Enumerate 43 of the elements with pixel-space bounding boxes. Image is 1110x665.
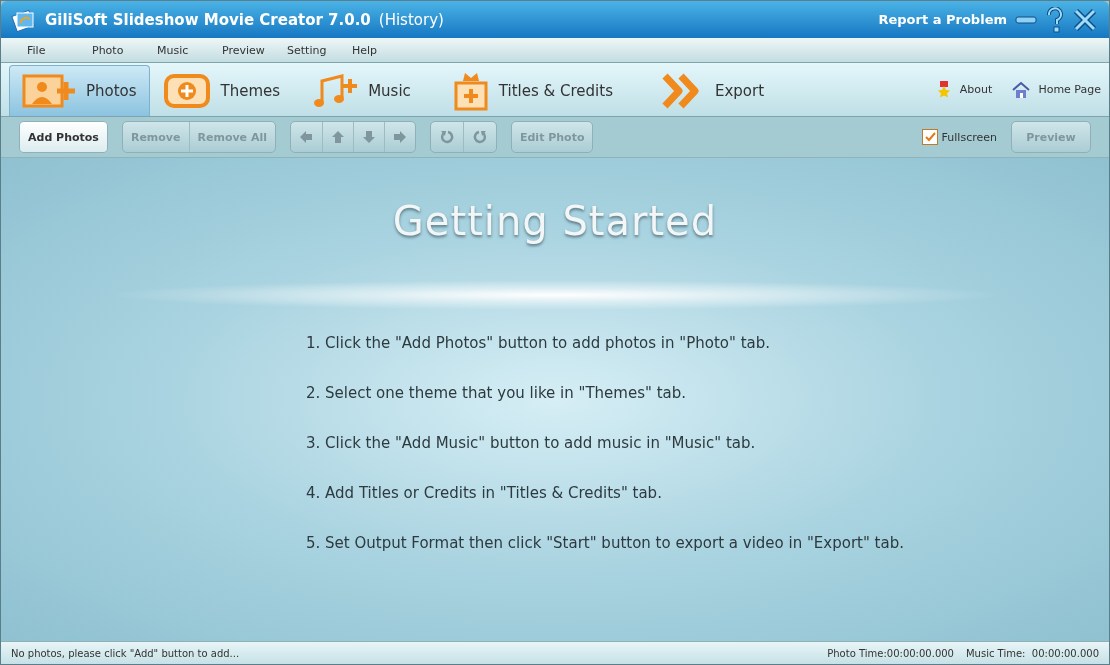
fullscreen-label: Fullscreen xyxy=(941,130,997,144)
main-tab[interactable]: Export xyxy=(648,65,778,116)
music-time: Music Time: 00:00:00.000 xyxy=(966,647,1099,659)
main-tab[interactable]: Photos xyxy=(9,65,150,116)
header-link[interactable]: About xyxy=(935,63,993,116)
menu-item[interactable]: Setting xyxy=(287,43,352,57)
up-arrow-icon xyxy=(330,130,345,144)
menu-item[interactable]: Help xyxy=(352,43,417,57)
main-tab[interactable]: Themes xyxy=(149,65,294,116)
photo-time: Photo Time:00:00:00.000 xyxy=(827,647,954,659)
menu-item[interactable]: Photo xyxy=(92,43,157,57)
medal-icon xyxy=(935,80,952,99)
music-note-plus-icon xyxy=(312,73,359,109)
menu-item[interactable]: Music xyxy=(157,43,222,57)
status-message: No photos, please click "Add" button to add... xyxy=(11,647,240,659)
history-label: (History) xyxy=(378,10,444,29)
down-arrow-icon xyxy=(361,130,376,144)
instruction-step: 5. Set Output Format then click "Start" button to export a video in "Export" tab. xyxy=(306,534,904,552)
window-title: GiliSoft Slideshow Movie Creator 7.0.0 xyxy=(45,10,371,29)
instruction-step: 4. Add Titles or Credits in "Titles & Credits" tab. xyxy=(306,484,904,502)
frame-plus-icon xyxy=(162,73,211,109)
menu-item[interactable]: File xyxy=(27,43,92,57)
instruction-step: 3. Click the "Add Music" button to add music in "Music" tab. xyxy=(306,434,904,452)
main-tab[interactable]: Music xyxy=(299,65,424,116)
heading: Getting Started xyxy=(392,198,718,244)
right-arrow-icon xyxy=(392,130,407,144)
help-icon[interactable] xyxy=(1045,6,1065,33)
main-tab[interactable]: Titles & Credits xyxy=(439,65,626,116)
person-plus-icon xyxy=(22,74,76,108)
instruction-step: 2. Select one theme that you like in "Themes" tab. xyxy=(306,384,904,402)
header-link[interactable]: Home Page xyxy=(1012,63,1101,116)
menu-item[interactable]: Preview xyxy=(222,43,287,57)
rotate-right-icon xyxy=(471,129,488,145)
crown-box-icon xyxy=(452,71,489,111)
minimize-icon[interactable] xyxy=(1015,15,1037,24)
left-arrow-icon xyxy=(299,130,314,144)
house-icon xyxy=(1012,80,1031,99)
fullscreen-checkbox[interactable] xyxy=(921,129,938,145)
rotate-left-icon xyxy=(438,129,455,145)
toolbar-button[interactable]: Add Photos xyxy=(20,122,107,152)
close-icon[interactable] xyxy=(1073,7,1097,32)
checkmark-icon xyxy=(923,131,936,143)
instruction-step: 1. Click the "Add Photos" button to add photos in "Photo" tab. xyxy=(306,334,904,352)
